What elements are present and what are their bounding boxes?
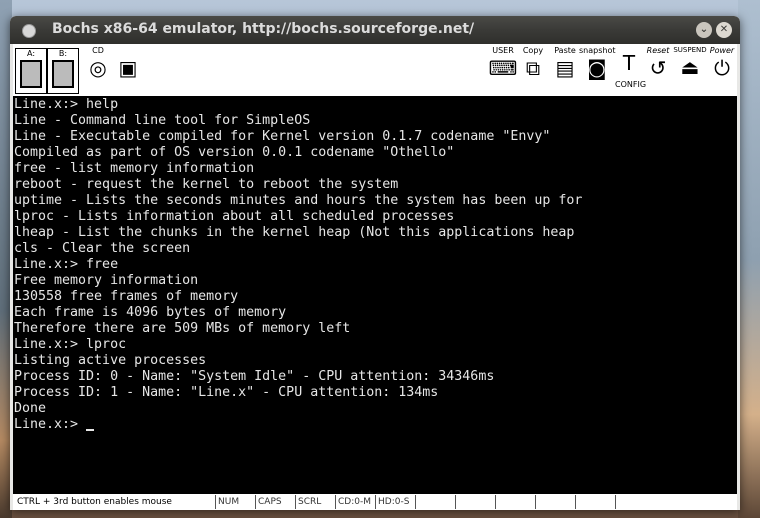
reset-button[interactable]: Reset ↺ bbox=[643, 46, 673, 94]
reset-label: Reset bbox=[646, 46, 670, 55]
emulator-screen[interactable]: Line.x:> help Line - Command line tool f… bbox=[13, 96, 737, 494]
terminal-line: free - list memory information bbox=[14, 161, 255, 176]
user-button[interactable]: USER ⌨ bbox=[487, 46, 519, 94]
power-icon: ⏻ bbox=[714, 56, 730, 80]
status-slot bbox=[575, 495, 614, 509]
floppy-b-icon bbox=[52, 60, 74, 88]
power-label: Power bbox=[709, 46, 735, 55]
cdrom-label: CD bbox=[92, 46, 104, 55]
config-icon: T bbox=[622, 51, 636, 75]
minimize-button[interactable]: ⌄ bbox=[696, 22, 712, 38]
caps-lock-indicator: CAPS bbox=[255, 495, 294, 509]
camera-icon: ◙ bbox=[587, 56, 607, 80]
floppy-a-icon bbox=[20, 60, 42, 88]
terminal-line: uptime - Lists the seconds minutes and h… bbox=[14, 193, 583, 208]
suspend-icon: ⏏ bbox=[680, 55, 700, 79]
cd-activity-indicator: CD:0-M bbox=[335, 495, 374, 509]
num-lock-indicator: NUM bbox=[215, 495, 254, 509]
close-button[interactable]: ✕ bbox=[716, 22, 732, 38]
terminal-line: Process ID: 1 - Name: "Line.x" - CPU att… bbox=[14, 385, 439, 400]
terminal-line: Compiled as part of OS version 0.0.1 cod… bbox=[14, 145, 455, 160]
mouse-hint: CTRL + 3rd button enables mouse bbox=[17, 497, 172, 507]
suspend-button[interactable]: SUSPEND ⏏ bbox=[673, 46, 707, 94]
terminal-line: Line.x:> lproc bbox=[14, 337, 127, 352]
config-button[interactable]: T CONFIG bbox=[615, 46, 647, 94]
cdrom-icon: ◎ bbox=[89, 56, 107, 80]
paste-label: Paste bbox=[554, 46, 576, 55]
removable-media-button[interactable]: ▣ bbox=[113, 46, 143, 94]
floppy-b-button[interactable]: B: bbox=[47, 48, 79, 94]
hd-activity-indicator: HD:0-S bbox=[375, 495, 414, 509]
power-button[interactable]: Power ⏻ bbox=[707, 46, 737, 94]
terminal-prompt: Line.x:> bbox=[14, 417, 87, 432]
terminal-line: lproc - Lists information about all sche… bbox=[14, 209, 455, 224]
terminal-line: Process ID: 0 - Name: "System Idle" - CP… bbox=[14, 369, 495, 384]
user-label: USER bbox=[492, 46, 514, 55]
status-bar: CTRL + 3rd button enables mouse NUM CAPS… bbox=[13, 494, 737, 510]
terminal-line: Therefore there are 509 MBs of memory le… bbox=[14, 321, 351, 336]
status-slot bbox=[495, 495, 534, 509]
terminal-prompt-line[interactable]: Line.x:> bbox=[14, 417, 737, 433]
status-slot bbox=[615, 495, 654, 509]
snapshot-label: snapshot bbox=[579, 46, 616, 55]
window-menu-icon[interactable] bbox=[22, 24, 36, 38]
text-cursor bbox=[86, 429, 95, 431]
media-icon: ▣ bbox=[118, 56, 138, 80]
terminal-line: Free memory information bbox=[14, 273, 199, 288]
copy-label: Copy bbox=[522, 46, 544, 55]
terminal-line: Line - Command line tool for SimpleOS bbox=[14, 113, 311, 128]
terminal-line: Line.x:> free bbox=[14, 257, 119, 272]
terminal-line: Each frame is 4096 bytes of memory bbox=[14, 305, 287, 320]
keyboard-icon: ⌨ bbox=[488, 56, 518, 80]
copy-icon: ⧉ bbox=[525, 56, 541, 80]
cdrom-button[interactable]: CD ◎ bbox=[83, 46, 113, 94]
terminal-line: Line.x:> help bbox=[14, 97, 119, 112]
copy-button[interactable]: Copy ⧉ bbox=[519, 46, 547, 94]
paste-button[interactable]: Paste ▤ bbox=[551, 46, 579, 94]
terminal-line: Listing active processes bbox=[14, 353, 207, 368]
desktop-background-right bbox=[738, 0, 760, 518]
terminal-line: reboot - request the kernel to reboot th… bbox=[14, 177, 399, 192]
snapshot-button[interactable]: snapshot ◙ bbox=[579, 46, 616, 94]
toolbar: A: B: CD ◎ ▣ USER ⌨ Copy ⧉ Paste ▤ snaps… bbox=[13, 44, 737, 96]
terminal-line: Line - Executable compiled for Kernel ve… bbox=[14, 129, 551, 144]
window-title: Bochs x86-64 emulator, http://bochs.sour… bbox=[52, 21, 475, 37]
terminal-line: 130558 free frames of memory bbox=[14, 289, 239, 304]
terminal-line: cls - Clear the screen bbox=[14, 241, 191, 256]
paste-icon: ▤ bbox=[555, 56, 575, 80]
reset-icon: ↺ bbox=[649, 56, 667, 80]
floppy-a-label: A: bbox=[26, 49, 36, 58]
suspend-label: SUSPEND bbox=[673, 46, 707, 54]
bochs-window: Bochs x86-64 emulator, http://bochs.sour… bbox=[10, 16, 740, 510]
floppy-b-label: B: bbox=[58, 49, 68, 58]
title-bar[interactable]: Bochs x86-64 emulator, http://bochs.sour… bbox=[10, 16, 740, 44]
terminal-line: Done bbox=[14, 401, 47, 416]
status-slot bbox=[535, 495, 574, 509]
status-slot bbox=[415, 495, 454, 509]
terminal-line: lheap - List the chunks in the kernel he… bbox=[14, 225, 575, 240]
status-slot bbox=[455, 495, 494, 509]
floppy-a-button[interactable]: A: bbox=[15, 48, 47, 94]
config-label: CONFIG bbox=[615, 80, 647, 89]
scroll-lock-indicator: SCRL bbox=[295, 495, 334, 509]
